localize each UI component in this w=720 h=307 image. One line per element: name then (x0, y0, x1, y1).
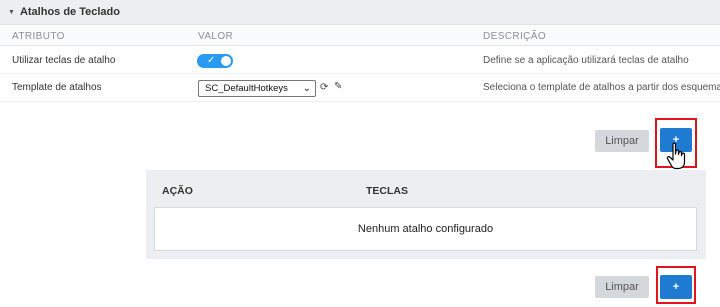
clear-button-top[interactable]: Limpar (595, 130, 649, 152)
check-icon: ✓ (207, 55, 216, 66)
refresh-icon[interactable]: ⟳ (320, 82, 328, 93)
column-header-description: DESCRIÇÃO (483, 31, 547, 42)
chevron-down-icon: ⌄ (302, 83, 311, 94)
clear-button-bottom[interactable]: Limpar (595, 276, 649, 298)
attribute-description: Define se a aplicação utilizará teclas d… (483, 55, 689, 66)
attributes-table-header: ATRIBUTO VALOR DESCRIÇÃO (0, 26, 720, 46)
panel-title: Atalhos de Teclado (19, 6, 120, 18)
toggle-knob (221, 56, 231, 66)
select-value: SC_DefaultHotkeys (205, 83, 288, 94)
attribute-label: Utilizar teclas de atalho (12, 55, 116, 66)
hotkey-template-select[interactable]: SC_DefaultHotkeys ⌄ (198, 80, 316, 97)
pencil-icon[interactable]: ✎ (334, 81, 342, 92)
use-hotkeys-toggle[interactable]: ✓ (197, 54, 233, 68)
shortcuts-table: AÇÃO TECLAS Nenhum atalho configurado (146, 170, 706, 259)
attribute-row-use-hotkeys: Utilizar teclas de atalho ✓ Define se a … (0, 47, 720, 74)
column-header-value: VALOR (198, 31, 234, 42)
hand-cursor-icon (666, 142, 686, 170)
attribute-label: Template de atalhos (12, 82, 102, 93)
column-header-action: AÇÃO (162, 185, 193, 197)
panel-header[interactable]: ▼ Atalhos de Teclado (0, 0, 720, 25)
attribute-description: Seleciona o template de atalhos a partir… (483, 82, 720, 93)
empty-message: Nenhum atalho configurado (154, 207, 697, 251)
collapse-triangle-icon[interactable]: ▼ (8, 9, 15, 16)
column-header-attribute: ATRIBUTO (12, 31, 65, 42)
attribute-row-hotkey-template: Template de atalhos SC_DefaultHotkeys ⌄ … (0, 74, 720, 102)
highlight-box-bottom (656, 266, 696, 304)
column-header-keys: TECLAS (366, 185, 408, 197)
